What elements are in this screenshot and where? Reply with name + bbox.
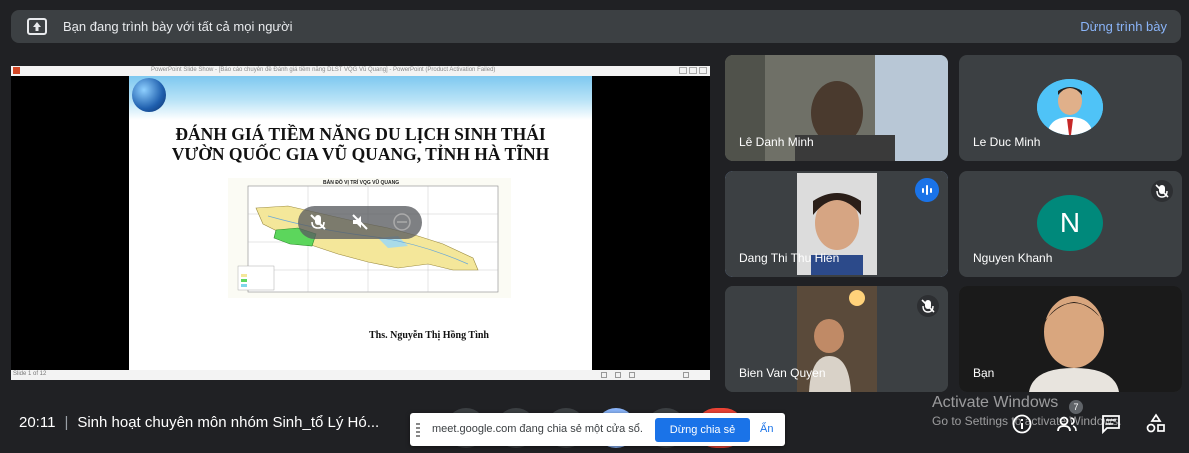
view-normal-icon bbox=[601, 372, 607, 378]
presenter-overlay-controls bbox=[298, 206, 422, 239]
powerpoint-icon bbox=[13, 67, 20, 74]
speaker-off-icon[interactable] bbox=[350, 212, 370, 232]
remove-icon[interactable] bbox=[392, 212, 412, 232]
chat-icon[interactable] bbox=[1100, 413, 1122, 435]
view-slideshow-icon bbox=[629, 372, 635, 378]
slide-author: Ths. Nguyễn Thị Hồng Tình bbox=[369, 330, 489, 341]
people-count-badge: 7 bbox=[1069, 400, 1083, 414]
activities-icon[interactable] bbox=[1145, 413, 1167, 435]
mic-off-icon[interactable] bbox=[308, 212, 328, 232]
ppt-statusbar: Slide 1 of 12 bbox=[11, 370, 710, 380]
participant-name: Le Duc Minh bbox=[973, 135, 1041, 149]
meeting-info: 20:11 | Sinh hoạt chuyên môn nhóm Sinh_tổ … bbox=[19, 414, 380, 431]
avatar-photo bbox=[1037, 79, 1103, 135]
participant-tile[interactable]: N Nguyen Khanh bbox=[959, 171, 1182, 277]
mic-off-icon bbox=[917, 295, 939, 317]
participant-name: Bien Van Quyen bbox=[739, 366, 826, 380]
minimize-icon bbox=[679, 67, 687, 74]
avatar-initial: N bbox=[1037, 195, 1103, 251]
participant-tile-self[interactable]: Bạn bbox=[959, 286, 1182, 392]
fit-window-icon bbox=[683, 372, 689, 378]
stop-presenting-button[interactable]: Dừng trình bày bbox=[1080, 19, 1167, 34]
speaking-indicator-icon bbox=[915, 178, 939, 202]
drag-handle-icon[interactable] bbox=[416, 423, 420, 437]
shared-screen: PowerPoint Slide Show - [Báo cáo chuyên … bbox=[11, 66, 710, 380]
present-screen-icon bbox=[27, 18, 47, 35]
info-icon[interactable] bbox=[1011, 413, 1033, 435]
slide-title-line1: ĐÁNH GIÁ TIỀM NĂNG DU LỊCH SINH THÁI bbox=[175, 124, 546, 144]
participant-tile[interactable]: Le Duc Minh bbox=[959, 55, 1182, 161]
mic-off-icon bbox=[1151, 180, 1173, 202]
participant-name: Nguyen Khanh bbox=[973, 251, 1053, 265]
participant-tile[interactable]: Bien Van Quyen bbox=[725, 286, 948, 392]
map-title: BẢN ĐỒ VỊ TRÍ VQG VŨ QUANG bbox=[323, 180, 400, 186]
slide-header-band bbox=[129, 76, 592, 120]
slide-counter: Slide 1 of 12 bbox=[13, 371, 47, 377]
view-reading-icon bbox=[615, 372, 621, 378]
ppt-window-title: PowerPoint Slide Show - [Báo cáo chuyên … bbox=[151, 67, 496, 73]
participant-name: Bạn bbox=[973, 366, 995, 380]
share-message: meet.google.com đang chia sẻ một cửa sổ. bbox=[432, 423, 643, 435]
maximize-icon bbox=[689, 67, 697, 74]
meeting-time: 20:11 bbox=[19, 414, 56, 431]
avatar bbox=[1037, 79, 1103, 135]
ppt-titlebar: PowerPoint Slide Show - [Báo cáo chuyên … bbox=[11, 66, 710, 76]
hide-button[interactable]: Ẩn bbox=[760, 423, 773, 435]
slide-title-line2: VƯỜN QUỐC GIA VŨ QUANG, TỈNH HÀ TĨNH bbox=[171, 144, 550, 164]
meeting-title: Sinh hoạt chuyên môn nhóm Sinh_tổ Lý Hó.… bbox=[77, 414, 380, 431]
close-icon bbox=[699, 67, 707, 74]
participant-name: Lê Danh Minh bbox=[739, 135, 814, 149]
participant-tile[interactable]: Lê Danh Minh bbox=[725, 55, 948, 161]
globe-image bbox=[132, 78, 166, 112]
participant-tile-speaking[interactable]: Dang Thi Thu Hien bbox=[725, 171, 948, 277]
watermark-line1: Activate Windows bbox=[932, 394, 1059, 411]
chrome-share-notification: meet.google.com đang chia sẻ một cửa sổ.… bbox=[410, 413, 785, 446]
stop-sharing-button[interactable]: Dừng chia sẻ bbox=[655, 418, 750, 442]
presenting-banner: Bạn đang trình bày với tất cả mọi người … bbox=[11, 10, 1181, 43]
participant-name: Dang Thi Thu Hien bbox=[739, 251, 840, 265]
people-icon[interactable] bbox=[1056, 413, 1078, 435]
presenting-text: Bạn đang trình bày với tất cả mọi người bbox=[63, 19, 293, 34]
